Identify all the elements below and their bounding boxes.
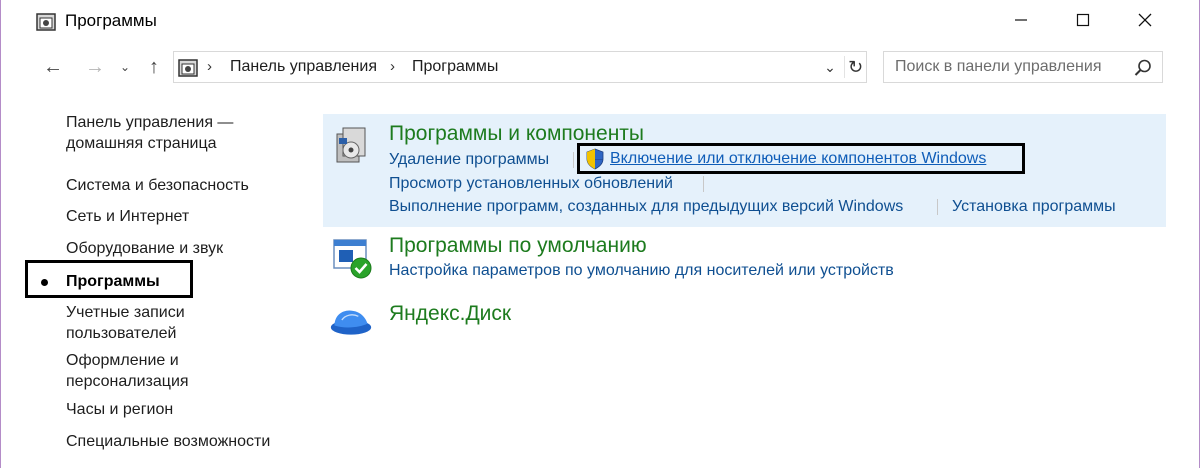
sidebar-item-ease-of-access[interactable]: Специальные возможности bbox=[66, 431, 270, 452]
sidebar-item-label: Панель управления — bbox=[66, 114, 234, 131]
programs-highlight-frame bbox=[25, 260, 193, 298]
close-button[interactable] bbox=[1115, 0, 1175, 40]
category-programs-features: Программы и компоненты Удаление программ… bbox=[323, 114, 1166, 227]
category-title-default-programs[interactable]: Программы по умолчанию bbox=[389, 234, 647, 258]
window-title: Программы bbox=[65, 11, 157, 30]
default-programs-icon bbox=[333, 239, 372, 279]
sidebar-item-hardware[interactable]: Оборудование и звук bbox=[66, 238, 223, 259]
breadcrumb-control-panel[interactable]: Панель управления bbox=[230, 58, 377, 76]
link-install-program[interactable]: Установка программы bbox=[952, 197, 1116, 217]
maximize-button[interactable] bbox=[1053, 0, 1113, 40]
back-button[interactable]: ← bbox=[39, 54, 67, 80]
link-separator bbox=[573, 152, 574, 168]
sidebar-item-label: персонализация bbox=[66, 373, 189, 390]
chevron-down-icon: ⌄ bbox=[119, 60, 131, 74]
sidebar-item-label: Оформление и bbox=[66, 352, 179, 369]
breadcrumb-separator-icon[interactable]: › bbox=[207, 58, 212, 75]
refresh-icon: ↻ bbox=[847, 56, 864, 77]
forward-button[interactable]: → bbox=[81, 54, 109, 80]
sidebar-item-network[interactable]: Сеть и Интернет bbox=[66, 206, 189, 227]
breadcrumb-programs[interactable]: Программы bbox=[412, 58, 498, 76]
sidebar-item-label: домашняя страница bbox=[66, 135, 217, 152]
sidebar: Панель управления — домашняя страница Си… bbox=[1, 100, 311, 468]
sidebar-item-system-security[interactable]: Система и безопасность bbox=[66, 175, 249, 196]
yandex-disk-icon bbox=[330, 310, 372, 335]
sidebar-item-clock-region[interactable]: Часы и регион bbox=[66, 399, 173, 420]
sidebar-item-label: Учетные записи bbox=[66, 304, 185, 321]
arrow-up-icon: ↑ bbox=[149, 55, 159, 78]
breadcrumb-separator-icon[interactable]: › bbox=[390, 58, 395, 75]
programs-features-icon bbox=[336, 127, 366, 163]
close-icon bbox=[1138, 13, 1152, 27]
minimize-icon bbox=[1015, 19, 1027, 21]
link-separator bbox=[937, 199, 938, 215]
link-separator bbox=[703, 176, 704, 192]
control-panel-window: Программы ← → ⌄ ↑ › Панель управления › … bbox=[0, 0, 1200, 468]
title-bar: Программы bbox=[1, 0, 1199, 44]
arrow-left-icon: ← bbox=[43, 55, 63, 78]
sidebar-item-user-accounts[interactable]: Учетные записи пользователей bbox=[66, 302, 185, 344]
up-button[interactable]: ↑ bbox=[141, 54, 167, 80]
navigation-bar: ← → ⌄ ↑ › Панель управления › Программы … bbox=[1, 48, 1199, 86]
address-bar[interactable]: › Панель управления › Программы ⌄ ↻ bbox=[173, 51, 867, 83]
sidebar-item-appearance[interactable]: Оформление и персонализация bbox=[66, 350, 189, 392]
recent-locations-button[interactable]: ⌄ bbox=[115, 54, 135, 80]
sidebar-item-label: пользователей bbox=[66, 325, 177, 342]
search-icon[interactable] bbox=[1132, 57, 1154, 79]
maximize-icon bbox=[1076, 13, 1090, 27]
address-dropdown-button[interactable]: ⌄ bbox=[819, 56, 841, 78]
search-input[interactable] bbox=[884, 52, 1124, 82]
windows-features-highlight-frame bbox=[577, 143, 1025, 174]
control-panel-icon bbox=[178, 59, 198, 77]
refresh-button[interactable]: ↻ bbox=[844, 56, 866, 78]
link-autoplay-defaults[interactable]: Настройка параметров по умолчанию для но… bbox=[389, 261, 894, 281]
minimize-button[interactable] bbox=[991, 0, 1051, 40]
sidebar-item-home[interactable]: Панель управления — домашняя страница bbox=[66, 112, 233, 154]
main-content: Программы и компоненты Удаление программ… bbox=[323, 114, 1167, 464]
arrow-right-icon: → bbox=[85, 55, 105, 78]
chevron-down-icon: ⌄ bbox=[824, 58, 836, 75]
link-uninstall-program[interactable]: Удаление программы bbox=[389, 150, 549, 170]
link-view-installed-updates[interactable]: Просмотр установленных обновлений bbox=[389, 174, 673, 194]
control-panel-icon bbox=[36, 13, 56, 31]
search-box[interactable] bbox=[883, 51, 1163, 83]
link-run-older-programs[interactable]: Выполнение программ, созданных для преды… bbox=[389, 197, 903, 217]
category-title-yandex-disk[interactable]: Яндекс.Диск bbox=[389, 302, 511, 326]
